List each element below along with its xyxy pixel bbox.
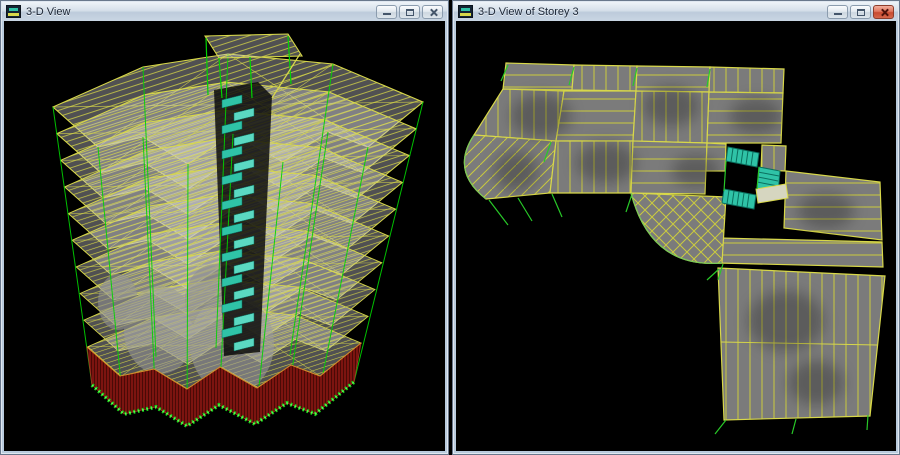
storey-plan-canvas[interactable] bbox=[456, 21, 896, 451]
restore-icon bbox=[857, 9, 865, 16]
close-button[interactable] bbox=[873, 5, 894, 19]
minimize-icon bbox=[834, 13, 842, 15]
titlebar-storey-3[interactable]: 3-D View of Storey 3 bbox=[454, 2, 898, 21]
close-icon bbox=[884, 8, 885, 17]
minimize-button[interactable] bbox=[376, 5, 397, 19]
window-title: 3-D View bbox=[26, 6, 371, 18]
window-controls bbox=[376, 5, 443, 19]
close-button[interactable] bbox=[422, 5, 443, 19]
mdi-desktop: 3-D View bbox=[0, 0, 900, 455]
close-icon bbox=[433, 8, 434, 17]
window-title: 3-D View of Storey 3 bbox=[478, 6, 822, 18]
building-model-icon bbox=[458, 5, 473, 18]
minimize-button[interactable] bbox=[827, 5, 848, 19]
building-model-icon bbox=[6, 5, 21, 18]
restore-button[interactable] bbox=[399, 5, 420, 19]
restore-button[interactable] bbox=[850, 5, 871, 19]
titlebar-3d-view[interactable]: 3-D View bbox=[2, 2, 447, 21]
restore-icon bbox=[406, 9, 414, 16]
3d-view-canvas[interactable] bbox=[4, 21, 445, 451]
window-3d-view-storey-3[interactable]: 3-D View of Storey 3 bbox=[452, 0, 900, 455]
window-controls bbox=[827, 5, 894, 19]
window-3d-view[interactable]: 3-D View bbox=[0, 0, 449, 455]
minimize-icon bbox=[383, 13, 391, 15]
